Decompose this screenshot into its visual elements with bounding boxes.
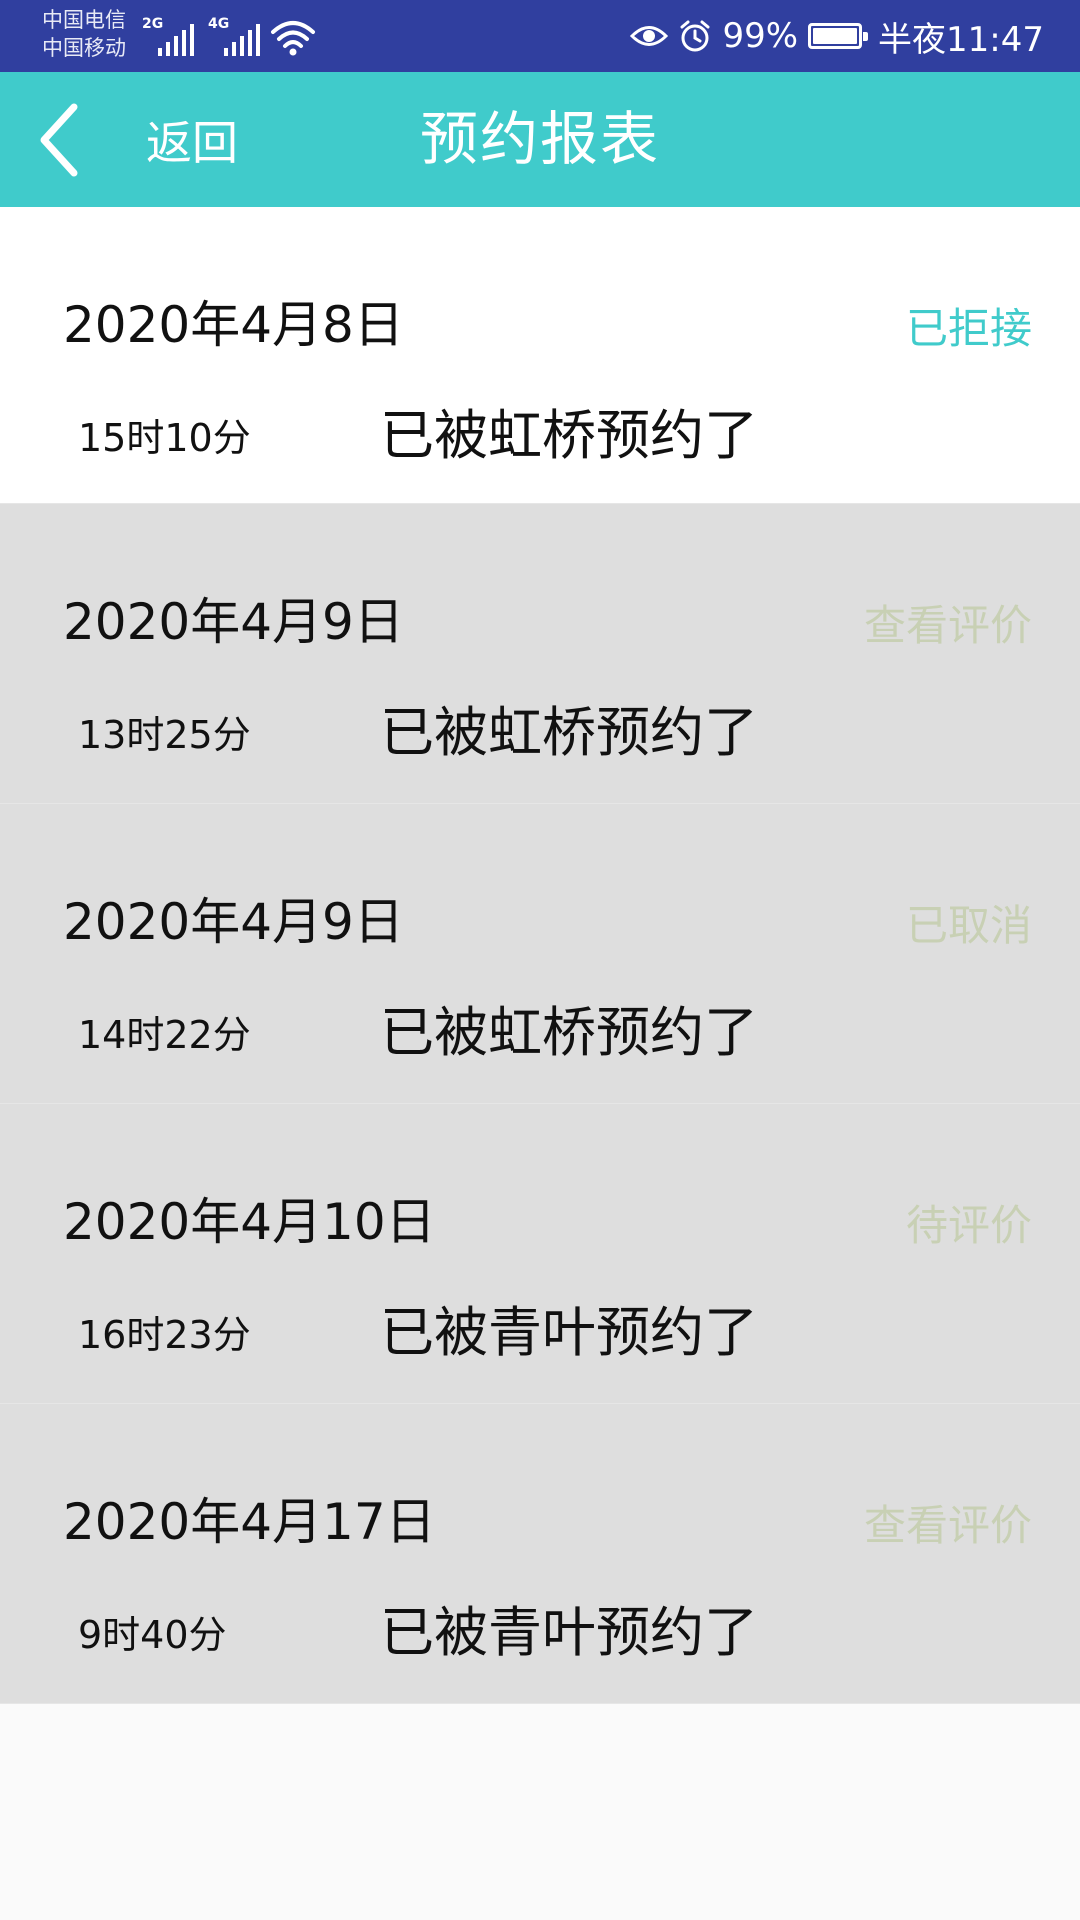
record-date: 2020年4月17日 <box>63 1493 436 1551</box>
record-time: 13时25分 <box>78 713 251 757</box>
pending-review-button[interactable]: 待评价 <box>906 1192 1032 1253</box>
record-message: 已被青叶预约了 <box>380 1601 758 1664</box>
signal-icon: 4G <box>208 16 268 56</box>
record-message: 已被青叶预约了 <box>380 1301 758 1364</box>
battery-percent: 99% <box>722 16 799 56</box>
record-date: 2020年4月9日 <box>63 893 404 951</box>
carrier-2-label: 中国移动 <box>42 36 126 60</box>
record-time: 9时40分 <box>78 1613 227 1657</box>
carrier-info: 中国电信 中国移动 <box>42 6 126 62</box>
record-date: 2020年4月10日 <box>63 1193 436 1251</box>
clock-time: 半夜11:47 <box>878 19 1044 60</box>
carrier-1-label: 中国电信 <box>42 8 126 32</box>
status-right-group: 99% 半夜11:47 <box>630 0 1044 72</box>
signal-icon: 2G <box>142 16 202 56</box>
chevron-left-icon <box>40 103 78 176</box>
record-item[interactable]: 2020年4月9日 查看评价 13时25分 已被虹桥预约了 <box>0 504 1080 804</box>
record-time: 15时10分 <box>78 416 251 460</box>
record-status[interactable]: 已拒接 <box>906 295 1032 356</box>
view-review-button[interactable]: 查看评价 <box>864 1492 1032 1553</box>
battery-icon <box>808 23 869 49</box>
eye-icon <box>630 26 669 46</box>
records-list: 2020年4月8日 已拒接 15时10分 已被虹桥预约了 2020年4月9日 查… <box>0 207 1080 1704</box>
alarm-icon <box>680 20 710 52</box>
record-date: 2020年4月9日 <box>63 593 404 651</box>
record-item[interactable]: 2020年4月8日 已拒接 15时10分 已被虹桥预约了 <box>0 207 1080 504</box>
record-item[interactable]: 2020年4月10日 待评价 16时23分 已被青叶预约了 <box>0 1104 1080 1404</box>
record-item[interactable]: 2020年4月17日 查看评价 9时40分 已被青叶预约了 <box>0 1404 1080 1704</box>
record-message: 已被虹桥预约了 <box>380 701 758 764</box>
status-bar: 中国电信 中国移动 2G 4G 99% 半夜11:47 <box>0 0 1080 72</box>
back-button[interactable]: 返回 <box>30 72 238 207</box>
wifi-icon <box>271 21 315 56</box>
record-time: 14时22分 <box>78 1013 251 1057</box>
record-time: 16时23分 <box>78 1313 251 1357</box>
battery-fill <box>813 28 857 44</box>
record-item[interactable]: 2020年4月9日 已取消 14时22分 已被虹桥预约了 <box>0 804 1080 1104</box>
back-label: 返回 <box>146 115 238 170</box>
record-status[interactable]: 已取消 <box>906 892 1032 953</box>
record-date: 2020年4月8日 <box>63 296 404 354</box>
app-bar: 预约报表 返回 <box>0 72 1080 207</box>
record-message: 已被虹桥预约了 <box>380 1001 758 1064</box>
record-message: 已被虹桥预约了 <box>380 404 758 467</box>
view-review-button[interactable]: 查看评价 <box>864 592 1032 653</box>
